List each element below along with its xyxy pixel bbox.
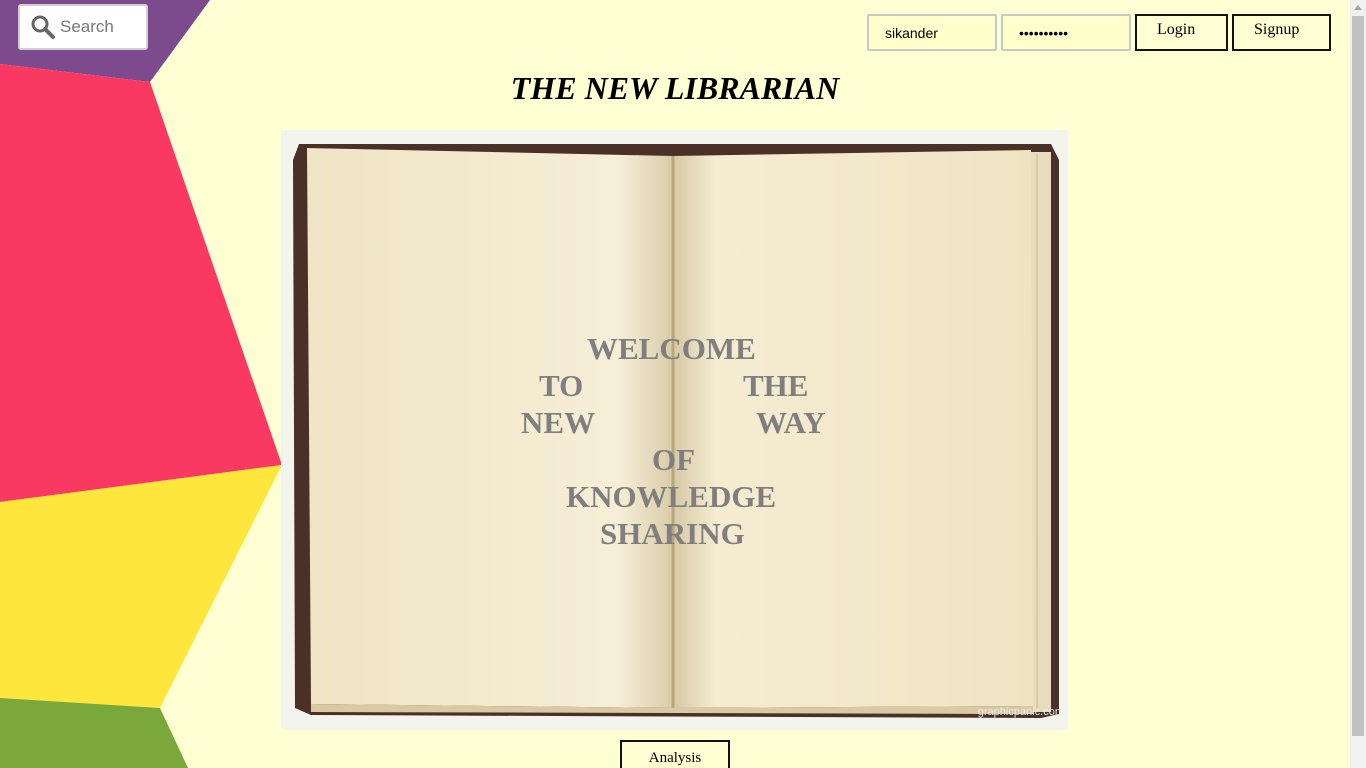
signup-button-label: Signup (1254, 20, 1300, 38)
username-field[interactable] (867, 14, 997, 51)
image-watermark: graphicpanic.com (977, 706, 1064, 718)
welcome-line-6: SHARING (600, 516, 745, 551)
welcome-message: WELCOME TO THE NEW WAY OF KNOWLEDGE SHAR… (281, 330, 1068, 552)
yellow-shape (0, 465, 282, 708)
search-icon (31, 15, 55, 39)
login-button-label: Login (1157, 20, 1196, 38)
welcome-line-4: OF (652, 442, 696, 477)
analysis-button-label: Analysis (648, 749, 702, 766)
decorative-side-shapes (0, 0, 282, 768)
welcome-line-3-left: NEW (521, 405, 596, 440)
book-hero-image: WELCOME TO THE NEW WAY OF KNOWLEDGE SHAR… (281, 130, 1068, 730)
password-field[interactable] (1001, 14, 1131, 51)
welcome-line-3-right: WAY (756, 405, 826, 440)
welcome-line-2-left: TO (539, 368, 584, 403)
welcome-line-2-right: THE (743, 368, 809, 403)
green-shape (0, 698, 188, 768)
pink-shape (0, 64, 282, 502)
scrollbar-thumb[interactable] (1352, 16, 1364, 736)
search-input[interactable] (60, 17, 140, 37)
welcome-line-5: KNOWLEDGE (566, 479, 777, 514)
vertical-scrollbar[interactable] (1350, 0, 1366, 768)
login-button[interactable]: Login (1135, 14, 1228, 51)
scroll-up-arrow-icon[interactable] (1354, 5, 1362, 10)
search-box[interactable] (18, 4, 148, 50)
signup-button[interactable]: Signup (1232, 14, 1331, 51)
page-title: THE NEW LIBRARIAN (510, 70, 840, 106)
analysis-button[interactable]: Analysis (620, 740, 730, 768)
login-bar: Login Signup (867, 14, 1331, 51)
welcome-line-1: WELCOME (587, 331, 756, 366)
